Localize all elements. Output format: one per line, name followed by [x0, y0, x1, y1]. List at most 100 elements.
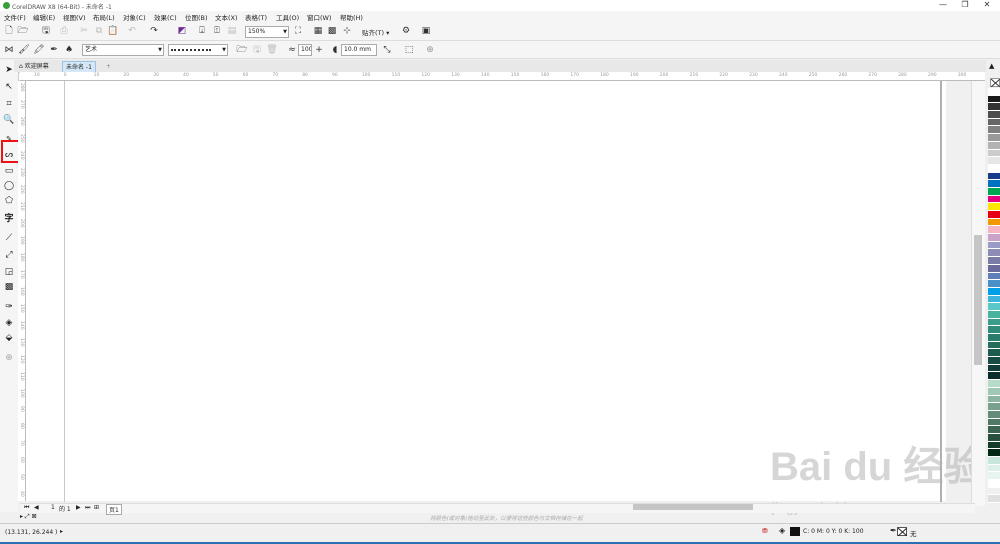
quick-customize-icon[interactable]: ⊕: [424, 44, 436, 56]
brush-icon[interactable]: 🖌: [18, 44, 30, 56]
color-proof-icon[interactable]: ⛃: [762, 527, 768, 535]
crop-tool-icon[interactable]: ⌗: [3, 98, 15, 110]
import-icon[interactable]: ⍗: [196, 25, 208, 37]
palette-swatch[interactable]: [988, 88, 1000, 96]
menu-layout[interactable]: 布局(L): [93, 12, 115, 22]
palette-swatch[interactable]: [988, 410, 1000, 419]
print-icon[interactable]: ⎙: [58, 25, 70, 37]
smart-fill-tool-icon[interactable]: ⬙: [3, 332, 15, 344]
outline-color-swatch[interactable]: [897, 527, 908, 537]
palette-swatch[interactable]: [988, 187, 1000, 196]
palette-swatch[interactable]: [988, 249, 1000, 258]
palette-swatch[interactable]: [988, 180, 1000, 188]
prev-page-icon[interactable]: ◀: [34, 504, 39, 511]
palette-swatch[interactable]: [988, 334, 1000, 342]
palette-swatch[interactable]: [988, 257, 1000, 265]
scale-with-object-icon[interactable]: ⤡: [381, 44, 393, 56]
save-icon[interactable]: 🖫: [40, 25, 52, 37]
palette-swatch[interactable]: [988, 495, 1000, 504]
menu-effects[interactable]: 效果(C): [154, 12, 177, 22]
zoom-level-select[interactable]: 150% ▼: [245, 26, 289, 38]
palette-swatch[interactable]: [988, 111, 1000, 119]
open-icon[interactable]: 🗁: [17, 25, 29, 37]
palette-swatch[interactable]: [988, 126, 1000, 135]
sprayer-icon[interactable]: 🖍: [33, 44, 45, 56]
menu-help[interactable]: 帮助(H): [340, 12, 363, 22]
add-page-icon[interactable]: ⊞: [94, 504, 99, 511]
palette-swatch[interactable]: [988, 395, 1000, 404]
tab-welcome[interactable]: ⌂ 欢迎屏幕: [16, 61, 52, 72]
vertical-ruler[interactable]: 280 270 260 250 240 230 220 210 200 190 180 170 160 1…: [18, 81, 26, 501]
palette-swatch[interactable]: [988, 372, 1000, 381]
palette-swatch[interactable]: [988, 218, 1000, 227]
horizontal-scroll-thumb[interactable]: [633, 504, 753, 510]
restore-button[interactable]: ❐: [956, 0, 974, 11]
palette-swatch[interactable]: [988, 364, 1000, 373]
quick-customize-icon[interactable]: ⊕: [3, 352, 15, 364]
palette-swatch[interactable]: [988, 264, 1000, 273]
palette-swatch[interactable]: [988, 441, 1000, 450]
palette-swatch[interactable]: [988, 295, 1000, 304]
no-color-swatch[interactable]: [990, 78, 1000, 88]
palette-swatch[interactable]: [988, 449, 1000, 457]
palette-swatch[interactable]: [988, 457, 1000, 465]
show-guidelines-icon[interactable]: ⊹: [341, 25, 353, 37]
palette-swatch[interactable]: [988, 164, 1000, 173]
palette-swatch[interactable]: [988, 118, 1000, 127]
menu-object[interactable]: 对象(C): [123, 12, 146, 22]
browse-icon[interactable]: 🗁: [236, 44, 248, 56]
status-expand-icon[interactable]: ▸: [60, 528, 63, 535]
options-gear-icon[interactable]: ⚙: [400, 25, 412, 37]
palette-swatch[interactable]: [988, 418, 1000, 427]
brush-stroke-select[interactable]: ▼: [168, 44, 228, 56]
palette-swatch[interactable]: [988, 172, 1000, 181]
next-page-icon[interactable]: ▶: [76, 504, 81, 511]
palette-swatch[interactable]: [988, 234, 1000, 242]
palette-swatch[interactable]: [988, 318, 1000, 327]
menu-edit[interactable]: 编辑(E): [33, 12, 55, 22]
snap-to-dropdown[interactable]: 贴齐(T) ▾: [362, 27, 389, 37]
show-grid-icon[interactable]: ▩: [326, 25, 338, 37]
palette-swatch[interactable]: [988, 357, 1000, 365]
palette-swatch[interactable]: [988, 241, 1000, 250]
smoothing-plus-icon[interactable]: +: [313, 44, 325, 56]
paste-icon[interactable]: 📋: [107, 25, 119, 37]
calligraphic-icon[interactable]: ✒: [48, 44, 60, 56]
full-screen-icon[interactable]: ⛶: [292, 25, 304, 37]
palette-swatch[interactable]: [988, 403, 1000, 411]
palette-swatch[interactable]: [988, 272, 1000, 281]
smoothing-input[interactable]: 100: [298, 44, 312, 56]
palette-swatch[interactable]: [988, 149, 1000, 158]
horizontal-ruler[interactable]: 10 0 10 20 30 40 50 60 70 80 90 100 110 120 130 140 150 1…: [20, 72, 985, 81]
palette-swatch[interactable]: [988, 326, 1000, 334]
palette-swatch[interactable]: [988, 472, 1000, 481]
shape-tool-icon[interactable]: ↖: [3, 81, 15, 93]
menu-view[interactable]: 视图(V): [63, 12, 86, 22]
palette-swatch[interactable]: [988, 349, 1000, 358]
application-launcher-icon[interactable]: ▣: [420, 25, 432, 37]
palette-swatch[interactable]: [988, 487, 1000, 496]
palette-swatch[interactable]: [988, 341, 1000, 350]
fill-color-swatch[interactable]: [790, 527, 800, 536]
palette-swatch[interactable]: [988, 464, 1000, 473]
brush-category-select[interactable]: 艺术 ▼: [82, 44, 164, 56]
zoom-tool-icon[interactable]: 🔍: [3, 114, 15, 126]
export-icon[interactable]: ⍐: [211, 25, 223, 37]
minimize-button[interactable]: —: [934, 0, 952, 11]
menu-table[interactable]: 表格(T): [245, 12, 267, 22]
expression-icon[interactable]: ♠: [63, 44, 75, 56]
palette-swatch[interactable]: [988, 287, 1000, 296]
new-document-icon[interactable]: 🗋: [3, 25, 15, 37]
palette-swatch[interactable]: [988, 103, 1000, 112]
add-tab-button[interactable]: +: [103, 61, 114, 72]
menu-text[interactable]: 文本(X): [215, 12, 238, 22]
redo-icon[interactable]: ↷: [148, 25, 160, 37]
palette-swatch[interactable]: [988, 157, 1000, 165]
palette-swatch[interactable]: [988, 387, 1000, 396]
copy-icon[interactable]: ⧉: [93, 25, 105, 37]
menu-file[interactable]: 文件(F): [4, 12, 26, 22]
cut-icon[interactable]: ✂: [78, 25, 90, 37]
stroke-width-input[interactable]: 10.0 mm: [341, 44, 377, 56]
palette-swatch[interactable]: [988, 141, 1000, 150]
palette-swatch[interactable]: [988, 426, 1000, 434]
